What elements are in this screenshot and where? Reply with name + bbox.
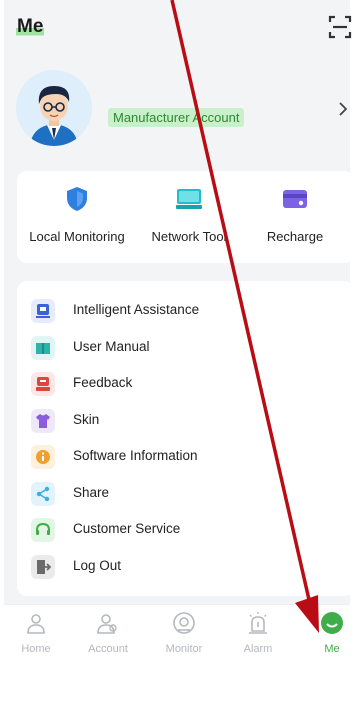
menu-item-skin[interactable]: Skin	[17, 404, 354, 438]
book-icon	[31, 336, 55, 360]
tool-label: Recharge	[266, 229, 324, 244]
tools-card: Local Monitoring Network Tool Recharge	[17, 171, 354, 263]
network-tool-button[interactable]: Network Tool	[129, 185, 249, 255]
menu-item-intelligent-assistance[interactable]: Intelligent Assistance	[17, 294, 354, 328]
tab-monitor[interactable]: Monitor	[154, 609, 214, 659]
menu-item-log-out[interactable]: Log Out	[17, 550, 354, 584]
header: Me	[4, 0, 352, 50]
tab-label: Account	[88, 643, 128, 655]
local-monitoring-button[interactable]: Local Monitoring	[17, 185, 137, 255]
scan-button[interactable]	[328, 14, 352, 40]
shirt-icon	[31, 409, 55, 433]
menu-item-user-manual[interactable]: User Manual	[17, 331, 354, 365]
tab-label: Alarm	[243, 643, 273, 655]
menu-item-customer-service[interactable]: Customer Service	[17, 513, 354, 547]
menu-item-share[interactable]: Share	[17, 477, 354, 511]
tab-home[interactable]: Home	[6, 609, 66, 659]
logout-icon	[31, 555, 55, 579]
menu-item-label: Customer Service	[73, 521, 181, 536]
headset-icon	[31, 518, 55, 542]
profile-row[interactable]: Manufacturer Account	[4, 70, 350, 152]
menu-item-label: Software Information	[73, 448, 198, 463]
share-icon	[31, 482, 55, 506]
feedback-icon	[31, 372, 55, 396]
menu-item-label: Log Out	[73, 558, 122, 573]
router-icon	[176, 189, 202, 209]
monitor-icon	[173, 612, 195, 634]
settings-menu-card: Intelligent Assistance User Manual Feedb…	[17, 281, 354, 596]
info-icon	[31, 445, 55, 469]
tab-label: Monitor	[165, 643, 203, 655]
assistant-icon	[31, 299, 55, 323]
menu-item-label: Intelligent Assistance	[73, 302, 200, 317]
menu-item-feedback[interactable]: Feedback	[17, 367, 354, 401]
account-type-label: Manufacturer Account	[108, 108, 245, 127]
shield-icon	[67, 187, 87, 211]
menu-item-software-information[interactable]: Software Information	[17, 440, 354, 474]
tab-account[interactable]: Account	[78, 609, 138, 659]
home-icon	[27, 614, 45, 634]
tool-label: Network Tool	[151, 229, 227, 244]
tab-label: Me	[324, 643, 340, 655]
tool-label: Local Monitoring	[29, 229, 125, 244]
bottom-tab-bar: Home Account Monitor Alarm Me	[4, 604, 350, 661]
avatar	[16, 70, 92, 146]
menu-item-label: Skin	[73, 412, 100, 427]
account-icon	[97, 614, 117, 634]
me-screen: Me Manufacturer Account Local Monitoring…	[4, 0, 354, 604]
tab-me[interactable]: Me	[302, 609, 362, 659]
alarm-icon	[249, 612, 267, 634]
tab-alarm[interactable]: Alarm	[228, 609, 288, 659]
menu-item-label: User Manual	[73, 339, 150, 354]
page-title: Me	[16, 16, 45, 38]
recharge-button[interactable]: Recharge	[235, 185, 355, 255]
menu-item-label: Share	[73, 485, 110, 500]
me-icon	[321, 612, 343, 634]
card-icon	[283, 190, 307, 208]
scan-icon	[328, 15, 352, 39]
menu-item-label: Feedback	[73, 375, 133, 390]
tab-label: Home	[21, 643, 51, 655]
chevron-right-icon	[339, 102, 348, 116]
